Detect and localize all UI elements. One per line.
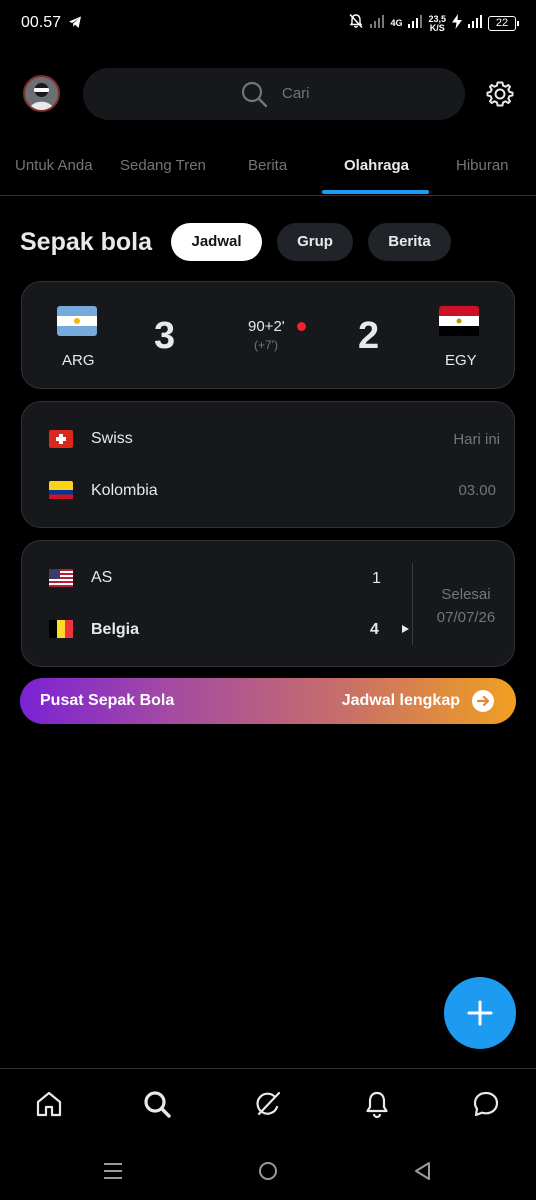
grok-icon[interactable] xyxy=(253,1089,283,1124)
team2-name: Kolombia xyxy=(91,482,158,499)
team2-name: Belgia xyxy=(91,621,140,638)
team1-name: AS xyxy=(91,569,113,586)
arrow-right-icon[interactable] xyxy=(472,690,494,712)
added-time: (+7') xyxy=(254,338,278,352)
back-icon[interactable] xyxy=(413,1161,431,1186)
signal-strong-icon xyxy=(408,14,423,33)
switzerland-flag-icon xyxy=(49,430,73,453)
status-icons: 4G 23,5 K/S 22 xyxy=(348,13,519,34)
match-status-column: Selesai 07/07/26 xyxy=(418,583,514,629)
telegram-icon xyxy=(68,15,82,34)
search-bar[interactable]: Cari xyxy=(83,68,465,120)
team1-name: Swiss xyxy=(91,430,133,447)
search-icon xyxy=(240,80,268,113)
mute-notifications-icon xyxy=(348,13,364,34)
live-match-card[interactable]: ARG 3 90+2' (+7') 2 EGY xyxy=(21,281,515,389)
status-bar: 00.57 4G 23,5 K/S 22 xyxy=(0,0,536,46)
plus-icon xyxy=(467,1000,493,1026)
tab-bar: Untuk Anda Sedang Tren Berita Olahraga H… xyxy=(0,140,536,196)
charging-icon xyxy=(452,13,462,34)
belgium-flag-icon xyxy=(49,620,73,643)
argentina-flag-icon xyxy=(57,306,97,341)
football-hub-banner[interactable]: Pusat Sepak Bola Jadwal lengkap xyxy=(20,678,516,724)
avatar[interactable] xyxy=(23,75,60,112)
away-team-code: EGY xyxy=(445,352,477,369)
home-team-code: ARG xyxy=(62,352,95,369)
search-icon[interactable] xyxy=(142,1089,172,1124)
away-score: 2 xyxy=(358,315,380,357)
team1-score: 1 xyxy=(372,570,381,587)
battery-indicator: 22 xyxy=(488,16,519,31)
banner-title: Pusat Sepak Bola xyxy=(40,692,175,709)
network-type: 4G xyxy=(390,18,403,28)
active-tab-indicator xyxy=(322,190,429,194)
search-placeholder: Cari xyxy=(282,85,310,102)
system-nav-bar xyxy=(0,1142,536,1200)
section-title: Sepak bola xyxy=(20,228,152,256)
usa-flag-icon xyxy=(49,569,73,592)
tab-sedang-tren[interactable]: Sedang Tren xyxy=(120,157,206,174)
match-time: 03.00 xyxy=(458,482,496,499)
chip-jadwal[interactable]: Jadwal xyxy=(171,223,262,261)
team2-score: 4 xyxy=(370,621,379,638)
winner-triangle-icon xyxy=(402,625,409,633)
settings-gear-icon[interactable] xyxy=(486,80,514,113)
upcoming-match-card[interactable]: Swiss Hari ini Kolombia 03.00 xyxy=(21,401,515,528)
network-speed-unit: K/S xyxy=(429,22,445,33)
compose-button[interactable] xyxy=(444,977,516,1049)
signal-bars-icon xyxy=(468,14,482,33)
notifications-icon[interactable] xyxy=(362,1089,392,1124)
egypt-flag-icon xyxy=(439,306,479,341)
bottom-nav xyxy=(0,1068,536,1142)
status-time: 00.57 xyxy=(21,14,62,31)
live-indicator-dot xyxy=(297,322,306,331)
messages-icon[interactable] xyxy=(471,1089,501,1124)
tab-olahraga[interactable]: Olahraga xyxy=(344,157,409,174)
match-minute: 90+2' xyxy=(248,318,285,335)
tab-untuk-anda[interactable]: Untuk Anda xyxy=(15,157,93,174)
match-status: Selesai xyxy=(441,586,491,603)
colombia-flag-icon xyxy=(49,481,73,504)
match-date: 07/07/26 xyxy=(436,609,496,626)
match-day: Hari ini xyxy=(453,431,500,448)
full-schedule-link[interactable]: Jadwal lengkap xyxy=(342,692,460,710)
signal-weak-icon xyxy=(370,14,385,33)
tab-hiburan[interactable]: Hiburan xyxy=(456,157,509,174)
home-score: 3 xyxy=(154,315,176,357)
home-icon[interactable] xyxy=(34,1089,64,1124)
network-speed: 23,5 K/S xyxy=(428,14,446,33)
tab-berita[interactable]: Berita xyxy=(248,157,287,174)
chip-berita[interactable]: Berita xyxy=(368,223,451,261)
chip-grup[interactable]: Grup xyxy=(277,223,353,261)
finished-match-card[interactable]: AS 1 Belgia 4 Selesai 07/07/26 xyxy=(21,540,515,667)
home-circle-icon[interactable] xyxy=(258,1161,278,1186)
vertical-divider xyxy=(412,563,413,645)
recent-apps-icon[interactable] xyxy=(103,1162,123,1185)
